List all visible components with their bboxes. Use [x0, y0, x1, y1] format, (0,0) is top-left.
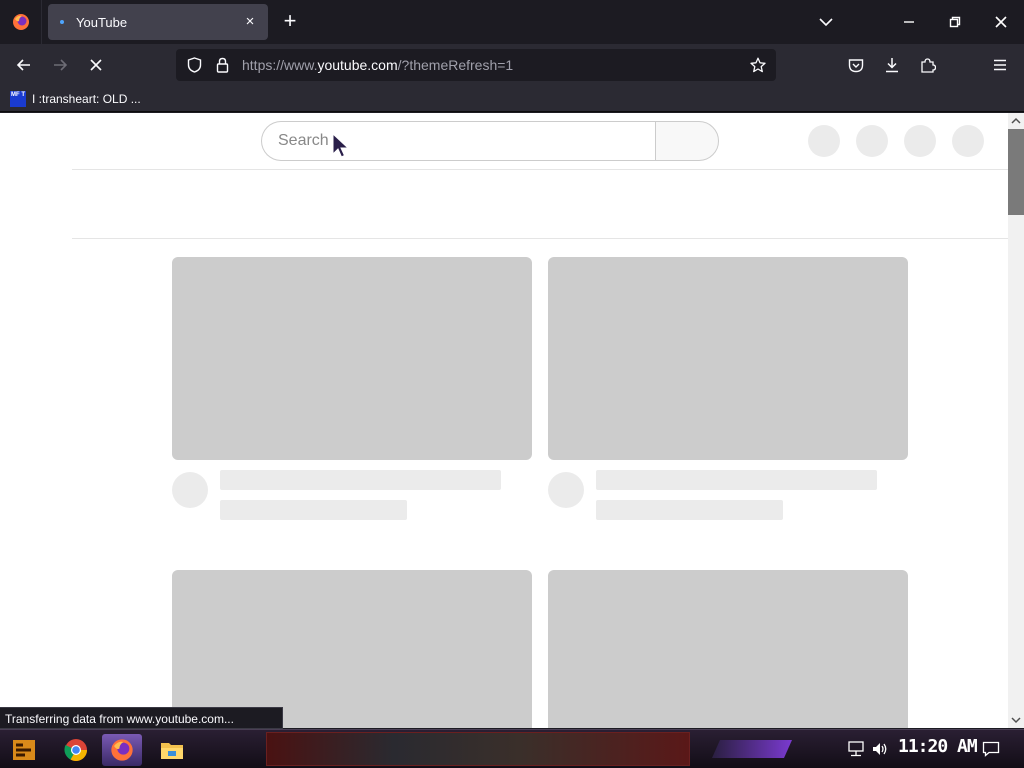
notifications-button[interactable] [980, 738, 1002, 760]
back-button[interactable] [10, 51, 38, 79]
bookmarks-toolbar: MF T I :transheart: OLD ... [0, 86, 1024, 112]
chevron-down-icon [819, 18, 833, 27]
lock-icon [216, 57, 228, 73]
puzzle-icon [921, 58, 936, 73]
close-window-button[interactable] [978, 0, 1024, 44]
taskbar-clock[interactable]: 11:20 AM [898, 736, 978, 757]
restore-button[interactable] [932, 0, 978, 44]
tab-loading-indicator [60, 20, 64, 24]
url-text[interactable]: https://www.youtube.com/?themeRefresh=1 [242, 57, 513, 73]
restore-icon [949, 16, 961, 28]
shield-icon [187, 57, 201, 73]
header-icon-placeholder[interactable] [856, 125, 888, 157]
navigation-toolbar: https://www.youtube.com/?themeRefresh=1 [0, 44, 1024, 86]
bookmark-label: I :transheart: OLD ... [32, 92, 141, 106]
speaker-icon [873, 743, 887, 755]
header-icon-placeholder[interactable] [808, 125, 840, 157]
star-icon [750, 57, 766, 73]
header-icon-placeholder[interactable] [952, 125, 984, 157]
hamburger-icon [994, 59, 1006, 71]
firefox-view-button[interactable] [0, 0, 42, 44]
url-bar[interactable]: https://www.youtube.com/?themeRefresh=1 [176, 49, 776, 81]
firefox-icon [12, 14, 29, 30]
volume-tray-button[interactable] [869, 738, 891, 760]
bookmark-favicon: MF T [10, 91, 26, 107]
video-title-placeholder [220, 470, 501, 490]
pocket-button[interactable] [842, 51, 870, 79]
chrome-icon [64, 739, 87, 761]
video-meta-placeholder [596, 500, 783, 520]
tracking-protection-button[interactable] [180, 49, 208, 81]
minimize-button[interactable] [886, 0, 932, 44]
scroll-down-arrow-icon[interactable] [1011, 715, 1021, 725]
firefox-icon [111, 739, 133, 761]
url-host: youtube.com [317, 57, 398, 73]
scrollbar-thumb[interactable] [1008, 129, 1024, 215]
scroll-up-arrow-icon[interactable] [1011, 116, 1021, 126]
taskbar-chrome[interactable] [56, 734, 96, 766]
channel-avatar-placeholder [172, 472, 208, 508]
video-thumbnail-placeholder[interactable] [172, 570, 532, 728]
forward-arrow-icon [54, 59, 68, 71]
network-tray-button[interactable] [845, 738, 867, 760]
tab-strip: YouTube × + [0, 0, 1024, 44]
start-icon [13, 740, 35, 760]
site-info-button[interactable] [208, 49, 236, 81]
stop-icon [90, 59, 102, 71]
folder-icon [161, 743, 183, 759]
header-icon-placeholder[interactable] [904, 125, 936, 157]
stop-button[interactable] [82, 51, 110, 79]
video-thumbnail-placeholder[interactable] [548, 570, 908, 728]
video-meta-placeholder [220, 500, 407, 520]
app-menu-button[interactable] [986, 51, 1014, 79]
tab-youtube[interactable]: YouTube × [48, 4, 268, 40]
close-icon [995, 16, 1007, 28]
status-panel: Transferring data from www.youtube.com..… [0, 707, 283, 729]
youtube-search [261, 121, 719, 161]
channel-avatar-placeholder [548, 472, 584, 508]
close-tab-button[interactable]: × [242, 14, 258, 30]
extensions-button[interactable] [914, 51, 942, 79]
taskbar-file-explorer[interactable] [152, 734, 192, 766]
mouse-cursor-icon [332, 133, 350, 158]
chips-divider [72, 238, 1008, 239]
taskbar-firefox[interactable] [102, 734, 142, 766]
back-arrow-icon [16, 59, 30, 71]
taskbar: 11:20 AM [0, 729, 1024, 768]
list-all-tabs-button[interactable] [814, 12, 838, 32]
bookmark-item[interactable]: MF T I :transheart: OLD ... [10, 89, 141, 109]
header-divider [72, 169, 1008, 170]
downloads-button[interactable] [878, 51, 906, 79]
bookmark-page-button[interactable] [746, 53, 770, 77]
search-box[interactable] [261, 121, 657, 161]
video-title-placeholder [596, 470, 877, 490]
video-thumbnail-placeholder[interactable] [172, 257, 532, 460]
web-page-content [0, 113, 1008, 728]
search-button[interactable] [655, 121, 719, 161]
forward-button[interactable] [46, 51, 74, 79]
video-thumbnail-placeholder[interactable] [548, 257, 908, 460]
start-button[interactable] [4, 734, 44, 766]
taskbar-theme-bar [712, 740, 792, 758]
minimize-icon [904, 21, 914, 23]
new-tab-button[interactable]: + [278, 10, 302, 34]
download-icon [886, 58, 898, 73]
network-icon [848, 741, 864, 757]
page-scrollbar[interactable] [1008, 113, 1024, 728]
url-path: /?themeRefresh=1 [397, 57, 514, 73]
url-prefix: https://www. [242, 57, 318, 73]
notification-icon [982, 741, 1000, 757]
tab-title: YouTube [76, 14, 128, 30]
taskbar-theme-decoration [266, 732, 690, 766]
pocket-icon [848, 58, 864, 72]
